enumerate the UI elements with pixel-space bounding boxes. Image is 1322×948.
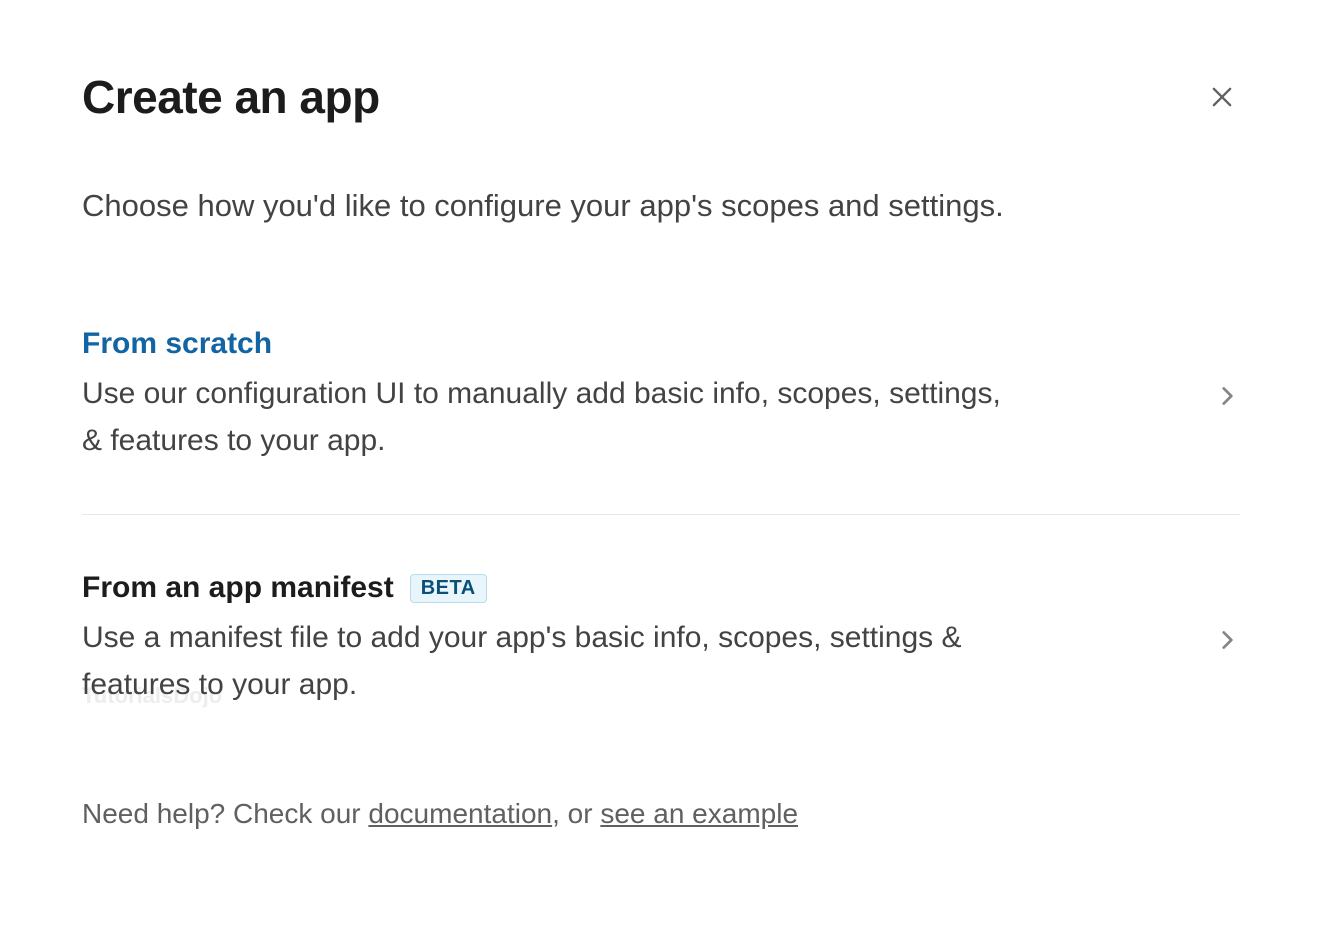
chevron-right-icon	[1214, 627, 1240, 653]
chevron-right-icon	[1214, 383, 1240, 409]
option-from-manifest-title: From an app manifest BETA	[82, 571, 1154, 605]
option-from-scratch-title: From scratch	[82, 327, 1154, 361]
footer-prefix: Need help? Check our	[82, 798, 368, 829]
option-divider	[82, 514, 1240, 515]
dialog-subtitle: Choose how you'd like to configure your …	[82, 184, 1240, 227]
see-example-link[interactable]: see an example	[600, 798, 798, 829]
option-from-scratch-desc: Use our configuration UI to manually add…	[82, 371, 1002, 464]
close-icon	[1208, 83, 1236, 111]
documentation-link[interactable]: documentation	[368, 798, 552, 829]
option-from-scratch-title-text: From scratch	[82, 327, 272, 361]
option-from-manifest-title-text: From an app manifest	[82, 571, 394, 605]
option-from-manifest[interactable]: From an app manifest BETA Use a manifest…	[82, 571, 1240, 758]
dialog-title: Create an app	[82, 70, 380, 124]
dialog-header: Create an app	[82, 70, 1240, 124]
beta-badge: BETA	[410, 574, 487, 603]
footer-help-text: TutorialsDojo Need help? Check our docum…	[82, 798, 1240, 830]
option-from-scratch-content: From scratch Use our configuration UI to…	[82, 327, 1214, 464]
create-app-dialog: Create an app Choose how you'd like to c…	[0, 0, 1322, 830]
close-button[interactable]	[1204, 79, 1240, 115]
option-from-scratch[interactable]: From scratch Use our configuration UI to…	[82, 327, 1240, 514]
footer-mid: , or	[552, 798, 600, 829]
option-from-manifest-content: From an app manifest BETA Use a manifest…	[82, 571, 1214, 708]
option-from-manifest-desc: Use a manifest file to add your app's ba…	[82, 615, 1002, 708]
